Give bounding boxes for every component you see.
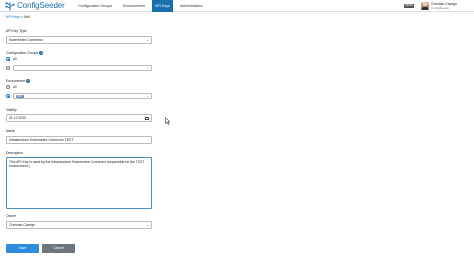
top-navbar: ConfigSeeder Configuration Groups Enviro… (0, 0, 474, 12)
environment-all-radio[interactable] (6, 85, 11, 90)
help-icon[interactable]: ? (39, 51, 44, 56)
environment-all-label: All (13, 85, 17, 89)
api-key-type-label: API Key Type (6, 29, 27, 33)
configseeder-logo-icon[interactable] (5, 1, 15, 11)
avatar-shirt (421, 6, 428, 10)
user-avatar[interactable] (421, 1, 429, 10)
nav-environments[interactable]: Environments (121, 0, 147, 12)
mouse-cursor-icon (165, 117, 171, 125)
configuration-groups-label: Configuration Groups? (6, 51, 44, 56)
owner-label: Owner (6, 214, 16, 218)
user-name[interactable]: Christian Cavegn (431, 2, 457, 6)
owner-select[interactable]: Christian Cavegn ⌄ (6, 221, 152, 229)
nav-api-keys[interactable]: API Keys (152, 0, 173, 12)
description-label: Description (6, 151, 23, 155)
environment-specific-radio[interactable] (6, 94, 11, 99)
breadcrumb: API Keys > Add (6, 15, 30, 19)
save-button[interactable]: Save (6, 244, 39, 253)
breadcrumb-current: Add (23, 15, 30, 19)
validity-value: 31.12.2020 (9, 116, 26, 120)
chevron-down-icon: ⌄ (146, 66, 150, 70)
environment-badge: DEMO (404, 4, 415, 8)
breadcrumb-separator: > (20, 15, 23, 19)
name-label: Name (6, 129, 16, 133)
configuration-groups-specific-radio[interactable] (6, 66, 11, 71)
user-organization: ConfigSeeder (431, 6, 450, 10)
cancel-button[interactable]: Cancel (42, 244, 75, 253)
help-icon[interactable]: ? (26, 79, 31, 84)
environment-label-text: Environment (6, 79, 26, 83)
nav-administration[interactable]: Administration (178, 0, 205, 12)
configuration-groups-all-radio[interactable] (6, 57, 11, 62)
configuration-groups-select[interactable]: ⌄ (13, 65, 152, 71)
owner-value: Christian Cavegn (9, 223, 36, 227)
description-textarea[interactable]: This API Key is used by the Infrastructu… (6, 157, 152, 209)
chevron-down-icon: ⌄ (146, 94, 150, 98)
calendar-icon[interactable] (145, 116, 150, 121)
avatar-head (423, 2, 427, 6)
environment-chip-test[interactable]: TEST (15, 94, 24, 99)
validity-label: Validity (6, 108, 17, 112)
environment-label: Environment? (6, 79, 31, 84)
api-key-type-value: Kubernetes Connector (9, 38, 43, 42)
breadcrumb-api-keys[interactable]: API Keys (6, 15, 20, 19)
description-value: This API Key is used by the Infrastructu… (9, 159, 145, 169)
chevron-down-icon: ⌄ (146, 223, 150, 227)
environment-select[interactable]: TEST ⌄ (13, 93, 152, 99)
brand-name[interactable]: ConfigSeeder (17, 1, 65, 11)
nav-configuration-groups[interactable]: Configuration Groups (76, 0, 114, 12)
validity-date-input[interactable]: 31.12.2020 (6, 114, 152, 122)
name-value: Infrastructure Kubernetes Connector TEST (9, 138, 74, 142)
chevron-down-icon: ⌄ (146, 38, 150, 42)
name-input[interactable]: Infrastructure Kubernetes Connector TEST (6, 136, 152, 144)
api-key-type-select[interactable]: Kubernetes Connector ⌄ (6, 36, 152, 44)
configuration-groups-label-text: Configuration Groups (6, 51, 39, 55)
configuration-groups-all-label: All (13, 57, 17, 61)
